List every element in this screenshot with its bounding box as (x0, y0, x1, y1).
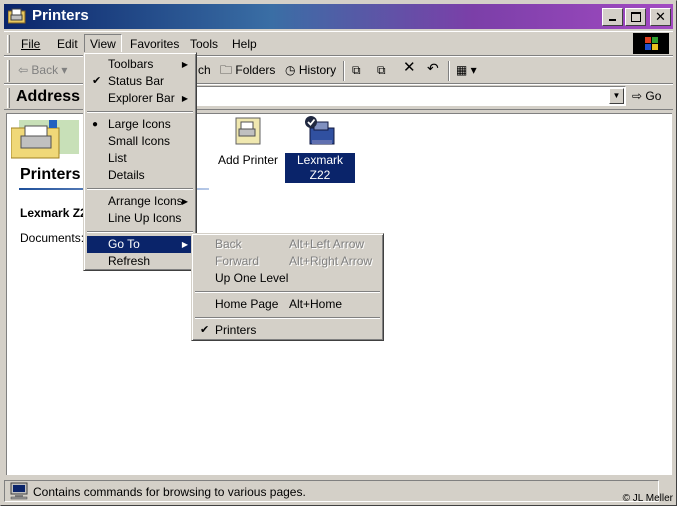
status-panel: Contains commands for browsing to variou… (4, 480, 659, 502)
menu-item-small-icons[interactable]: Small Icons (87, 133, 193, 150)
back-arrow-icon: ⇦ (18, 63, 29, 77)
copy-to-button[interactable]: ⧉ (377, 62, 386, 78)
folders-icon: 🗀 (220, 63, 233, 77)
windows-logo-icon (633, 33, 669, 54)
title-bar[interactable]: Printers ✕ (4, 4, 673, 29)
menu-item-home-page[interactable]: Home Page Alt+Home (195, 296, 380, 313)
printers-folder-icon (11, 120, 79, 159)
toolbar-grip[interactable] (7, 60, 10, 82)
go-to-submenu: Back Alt+Left Arrow Forward Alt+Right Ar… (191, 233, 384, 341)
close-icon: ✕ (655, 9, 666, 24)
credit-text: © JL Meller (622, 493, 673, 504)
menu-separator (195, 317, 380, 319)
minimize-icon (609, 19, 616, 21)
menu-item-list[interactable]: List (87, 150, 193, 167)
status-bar: Contains commands for browsing to variou… (4, 478, 673, 504)
default-printer-icon (305, 116, 335, 145)
add-printer-icon (235, 117, 261, 145)
menu-item-arrange-icons[interactable]: Arrange Icons ▶ (87, 193, 193, 210)
computer-icon (10, 482, 28, 500)
checkmark-icon: ✔ (200, 324, 210, 336)
menu-item-status-bar[interactable]: ✔ Status Bar (87, 73, 193, 90)
submenu-arrow-icon: ▶ (181, 240, 188, 249)
go-arrow-icon: ⇨ (632, 89, 643, 103)
add-printer-item[interactable]: Add Printer (213, 116, 283, 168)
menu-item-explorer-bar[interactable]: Explorer Bar ▶ (87, 90, 193, 107)
undo-button[interactable]: ↶ (427, 60, 439, 76)
menu-view[interactable]: View (84, 34, 122, 54)
move-to-icon: ⧉ (352, 63, 361, 77)
menu-item-toolbars[interactable]: Toolbars ▶ (87, 56, 193, 73)
menu-item-back[interactable]: Back Alt+Left Arrow (195, 236, 380, 253)
address-dropdown-button[interactable]: ▼ (609, 88, 624, 104)
window-title: Printers (32, 7, 89, 24)
maximize-button[interactable] (625, 8, 646, 26)
address-label: Address (16, 88, 81, 105)
history-button[interactable]: ◷ History (285, 62, 336, 78)
delete-button[interactable]: ✕ (403, 60, 416, 76)
toolbar-separator (448, 61, 450, 81)
views-grid-icon: ▦ (456, 63, 468, 77)
history-icon: ◷ (285, 63, 296, 77)
selected-item-name: Lexmark Z2 (20, 206, 87, 220)
radio-bullet-icon: ● (92, 119, 99, 130)
menu-item-large-icons[interactable]: ● Large Icons (87, 116, 193, 133)
toolbar-separator (343, 61, 345, 81)
checkmark-icon: ✔ (92, 75, 102, 87)
undo-icon: ↶ (427, 60, 439, 76)
menu-item-forward[interactable]: Forward Alt+Right Arrow (195, 253, 380, 270)
copy-to-icon: ⧉ (377, 63, 386, 77)
menu-item-details[interactable]: Details (87, 167, 193, 184)
printer-folder-icon (8, 8, 26, 24)
search-button[interactable]: ch (198, 62, 211, 78)
delete-x-icon: ✕ (403, 59, 416, 76)
status-text: Contains commands for browsing to variou… (33, 485, 306, 499)
submenu-arrow-icon: ▶ (181, 197, 188, 206)
menu-item-go-to[interactable]: Go To ▶ (87, 236, 193, 253)
menu-favorites[interactable]: Favorites (125, 36, 184, 52)
folders-button[interactable]: 🗀 Folders (220, 62, 275, 78)
menu-item-line-up-icons[interactable]: Line Up Icons (87, 210, 193, 227)
back-button[interactable]: ⇦ Back ▾ (18, 62, 67, 78)
menu-item-printers[interactable]: ✔ Printers (195, 322, 380, 339)
menu-item-up-one-level[interactable]: Up One Level (195, 270, 380, 287)
views-button[interactable]: ▦ ▾ (456, 62, 477, 78)
menu-file[interactable]: File (16, 36, 45, 52)
menu-tools[interactable]: Tools (185, 36, 223, 52)
menu-help[interactable]: Help (227, 36, 262, 52)
go-button[interactable]: ⇨ Go (632, 88, 661, 104)
menu-separator (87, 231, 193, 233)
lexmark-printer-item[interactable]: Lexmark Z22 (284, 114, 356, 184)
close-button[interactable]: ✕ (650, 8, 671, 26)
chevron-down-icon: ▼ (612, 91, 621, 100)
maximize-icon (630, 12, 641, 22)
submenu-arrow-icon: ▶ (181, 94, 188, 103)
minimize-button[interactable] (602, 8, 623, 26)
menu-separator (87, 111, 193, 113)
submenu-arrow-icon: ▶ (181, 60, 188, 69)
move-to-button[interactable]: ⧉ (352, 62, 361, 78)
menu-item-refresh[interactable]: Refresh (87, 253, 193, 270)
menu-edit[interactable]: Edit (52, 36, 83, 52)
menu-separator (87, 188, 193, 190)
folder-title: Printers (20, 166, 81, 183)
addressbar-grip[interactable] (7, 88, 10, 108)
menu-separator (195, 291, 380, 293)
menubar-grip[interactable] (7, 35, 10, 53)
explorer-window: Printers ✕ File Edit View Favorites Tool… (0, 0, 677, 506)
view-menu: Toolbars ▶ ✔ Status Bar Explorer Bar ▶ ●… (83, 52, 197, 271)
